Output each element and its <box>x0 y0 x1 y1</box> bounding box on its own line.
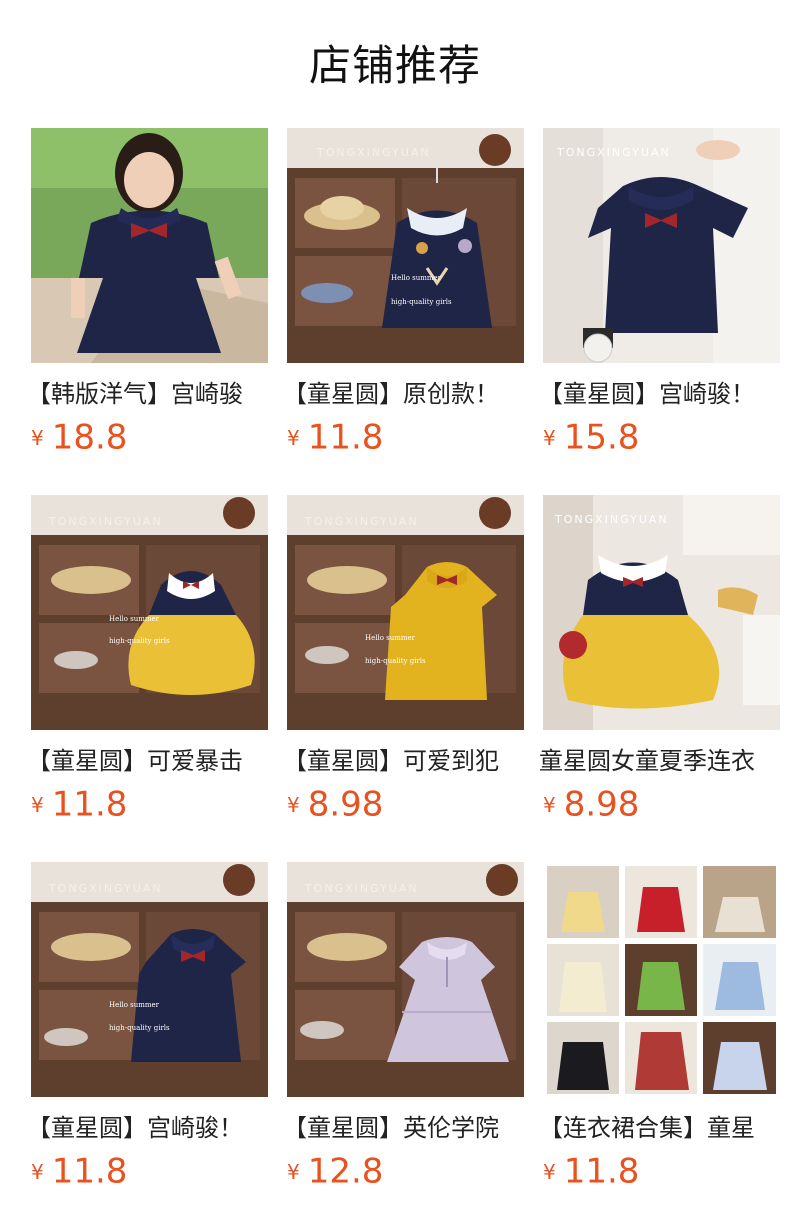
product-title[interactable]: 【童星圆】可爱到犯 <box>283 741 524 781</box>
product-price: ¥8.98 <box>543 781 639 827</box>
product-image[interactable]: TONGXINGYUAN <box>543 128 780 363</box>
svg-text:high-quality girls: high-quality girls <box>109 1024 170 1032</box>
product-price: ¥11.8 <box>287 414 383 460</box>
currency-symbol: ¥ <box>31 425 44 450</box>
svg-text:high-quality girls: high-quality girls <box>391 298 452 306</box>
currency-symbol: ¥ <box>287 792 300 817</box>
currency-symbol: ¥ <box>31 792 44 817</box>
price-value: 11.8 <box>51 784 128 825</box>
product-price: ¥15.8 <box>543 414 639 460</box>
product-price: ¥18.8 <box>31 414 127 460</box>
currency-symbol: ¥ <box>287 425 300 450</box>
product-price: ¥11.8 <box>31 1148 127 1194</box>
price-value: 15.8 <box>563 417 640 458</box>
product-card[interactable]: TONGXINGYUAN 【童星圆】英伦学院 ¥12.8 <box>283 862 524 1202</box>
product-image[interactable]: TONGXINGYUAN Hello summer high-quality g… <box>287 495 524 730</box>
currency-symbol: ¥ <box>543 425 556 450</box>
product-image[interactable]: TONGXINGYUAN <box>287 862 524 1097</box>
price-value: 8.98 <box>563 784 640 825</box>
price-value: 8.98 <box>307 784 384 825</box>
product-price: ¥8.98 <box>287 781 383 827</box>
price-value: 18.8 <box>51 417 128 458</box>
product-card[interactable]: TONGXINGYUAN Hello summer high-quality g… <box>283 128 524 468</box>
product-title[interactable]: 童星圆女童夏季连衣 <box>539 741 780 781</box>
svg-text:Hello summer: Hello summer <box>109 1001 160 1009</box>
currency-symbol: ¥ <box>287 1159 300 1184</box>
product-title[interactable]: 【童星圆】可爱暴击 <box>27 741 268 781</box>
price-value: 11.8 <box>51 1151 128 1192</box>
product-card[interactable]: TONGXINGYUAN Hello summer high-quality g… <box>27 495 268 835</box>
svg-text:TONGXINGYUAN: TONGXINGYUAN <box>48 882 163 895</box>
svg-text:Hello summer: Hello summer <box>365 634 416 642</box>
product-image[interactable] <box>543 862 780 1097</box>
product-card[interactable]: TONGXINGYUAN 童星圆女童夏季连衣 ¥8.98 <box>539 495 780 835</box>
product-card[interactable]: 【连衣裙合集】童星 ¥11.8 <box>539 862 780 1202</box>
product-title[interactable]: 【童星圆】英伦学院 <box>283 1108 524 1148</box>
product-price: ¥11.8 <box>543 1148 639 1194</box>
product-title[interactable]: 【童星圆】宫崎骏！ <box>539 374 780 414</box>
product-card[interactable]: TONGXINGYUAN 【童星圆】宫崎骏！ ¥15.8 <box>539 128 780 468</box>
product-image[interactable]: TONGXINGYUAN Hello summer high-quality g… <box>31 862 268 1097</box>
product-title[interactable]: 【韩版洋气】宫崎骏 <box>27 374 268 414</box>
product-card[interactable]: 【韩版洋气】宫崎骏 ¥18.8 <box>27 128 268 468</box>
svg-text:Hello summer: Hello summer <box>109 615 160 623</box>
product-price: ¥11.8 <box>31 781 127 827</box>
svg-text:TONGXINGYUAN: TONGXINGYUAN <box>316 146 431 159</box>
product-card[interactable]: TONGXINGYUAN Hello summer high-quality g… <box>27 862 268 1202</box>
product-image[interactable]: TONGXINGYUAN <box>543 495 780 730</box>
product-title[interactable]: 【童星圆】原创款！ <box>283 374 524 414</box>
svg-text:high-quality girls: high-quality girls <box>109 637 170 645</box>
currency-symbol: ¥ <box>543 1159 556 1184</box>
svg-text:TONGXINGYUAN: TONGXINGYUAN <box>304 515 419 528</box>
currency-symbol: ¥ <box>31 1159 44 1184</box>
currency-symbol: ¥ <box>543 792 556 817</box>
product-grid: 【韩版洋气】宫崎骏 ¥18.8 TONGXINGYUAN Hello summe… <box>0 0 790 1230</box>
product-price: ¥12.8 <box>287 1148 383 1194</box>
product-title[interactable]: 【连衣裙合集】童星 <box>539 1108 780 1148</box>
product-title[interactable]: 【童星圆】宫崎骏！ <box>27 1108 268 1148</box>
price-value: 11.8 <box>307 417 384 458</box>
product-card[interactable]: TONGXINGYUAN Hello summer high-quality g… <box>283 495 524 835</box>
svg-text:TONGXINGYUAN: TONGXINGYUAN <box>554 513 669 526</box>
price-value: 11.8 <box>563 1151 640 1192</box>
svg-text:TONGXINGYUAN: TONGXINGYUAN <box>556 146 671 159</box>
product-image[interactable]: TONGXINGYUAN Hello summer high-quality g… <box>287 128 524 363</box>
svg-text:Hello summer: Hello summer <box>391 274 442 282</box>
svg-text:high-quality girls: high-quality girls <box>365 657 426 665</box>
price-value: 12.8 <box>307 1151 384 1192</box>
svg-text:TONGXINGYUAN: TONGXINGYUAN <box>48 515 163 528</box>
product-image[interactable]: TONGXINGYUAN Hello summer high-quality g… <box>31 495 268 730</box>
product-image[interactable] <box>31 128 268 363</box>
svg-text:TONGXINGYUAN: TONGXINGYUAN <box>304 882 419 895</box>
